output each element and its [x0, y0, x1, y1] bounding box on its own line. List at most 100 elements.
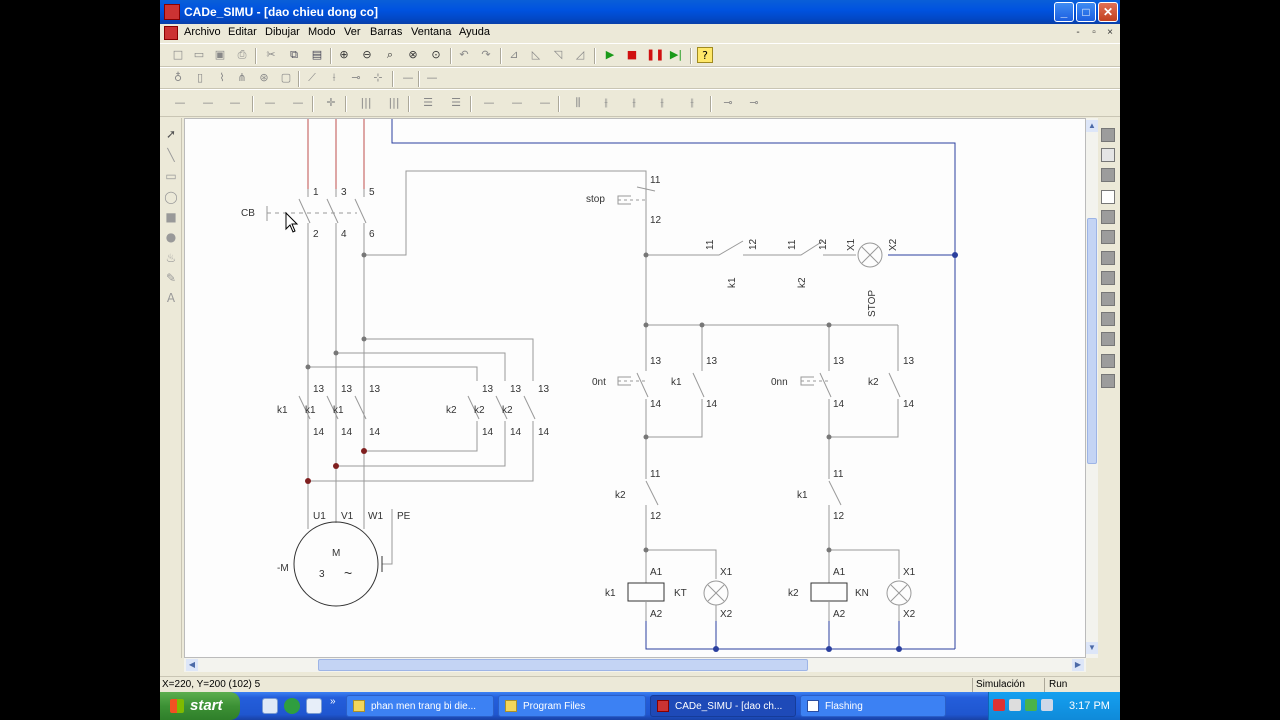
minimize-button[interactable]: _	[1054, 2, 1074, 22]
fuse-tool-icon[interactable]: ▯	[192, 70, 208, 86]
wire-triple-icon[interactable]: —	[290, 95, 306, 111]
wire-h2-icon[interactable]: —	[200, 95, 216, 111]
copy-icon[interactable]: ⧉	[286, 47, 302, 63]
zoom-all-icon[interactable]: ⊗	[405, 47, 421, 63]
zoom-out-icon[interactable]: ⊖	[359, 47, 375, 63]
open-folder-icon[interactable]: ▭	[191, 47, 207, 63]
vertical-scrollbar[interactable]: ▲ ▼	[1086, 118, 1098, 658]
contact-no-tool-icon[interactable]: ⟋	[304, 70, 320, 86]
play-icon[interactable]: ▶	[602, 47, 618, 63]
ellipse-icon[interactable]: ◯	[163, 189, 179, 205]
menu-ver[interactable]: Ver	[344, 26, 361, 38]
palette-icon[interactable]	[1101, 190, 1115, 204]
mdi-restore-button[interactable]: ▫	[1088, 27, 1100, 39]
maximize-button[interactable]: □	[1076, 2, 1096, 22]
quicklaunch-desktop-icon[interactable]	[262, 698, 278, 714]
task-button[interactable]: Flashing	[800, 695, 946, 717]
switch-tool-icon[interactable]: ⌇	[214, 70, 230, 86]
pushbutton-tool-icon[interactable]: ⊸	[348, 70, 364, 86]
quicklaunch-browser-icon[interactable]	[284, 698, 300, 714]
title-bar[interactable]: CADe_SIMU - [dao chieu dong co] _ □ ✕	[160, 0, 1120, 24]
contact-nc-tool-icon[interactable]: ⟊	[326, 70, 342, 86]
terminal2-icon[interactable]: —	[509, 95, 525, 111]
start-button[interactable]: start	[160, 692, 240, 720]
bus-v-icon[interactable]: |||	[358, 95, 374, 111]
tray-icon[interactable]	[993, 699, 1005, 711]
menu-ventana[interactable]: Ventana	[411, 26, 451, 38]
horizontal-scrollbar[interactable]: ◀ ▶	[184, 658, 1086, 672]
menu-editar[interactable]: Editar	[228, 26, 257, 38]
plug2-icon[interactable]: ⊸	[746, 95, 762, 111]
rotate-right-icon[interactable]: ◹	[550, 47, 566, 63]
vertical-scroll-thumb[interactable]	[1087, 218, 1097, 464]
wire-h3-icon[interactable]: —	[227, 95, 243, 111]
palette-icon[interactable]	[1101, 148, 1115, 162]
cut-icon[interactable]: ✂	[263, 47, 279, 63]
menu-modo[interactable]: Modo	[308, 26, 336, 38]
filled-ellipse-icon[interactable]: ●	[163, 229, 179, 245]
lamp-tool-icon[interactable]: ♁	[170, 70, 186, 86]
tray-icon[interactable]	[1041, 699, 1053, 711]
breaker-tool-icon[interactable]: ⋔	[234, 70, 250, 86]
text-icon[interactable]: A	[163, 290, 179, 306]
save-icon[interactable]: ▣	[212, 47, 228, 63]
palette-icon[interactable]	[1101, 292, 1115, 306]
palette-icon[interactable]	[1101, 168, 1115, 182]
scroll-up-icon[interactable]: ▲	[1086, 120, 1098, 132]
task-button[interactable]: Program Files	[498, 695, 646, 717]
bus-h-icon[interactable]: ☰	[420, 95, 436, 111]
pointer-icon[interactable]: ➚	[163, 126, 179, 142]
plug-icon[interactable]: ⊸	[720, 95, 736, 111]
task-button[interactable]: phan men trang bi die...	[346, 695, 494, 717]
transformer-tool-icon[interactable]: ▢	[278, 70, 294, 86]
palette-icon[interactable]	[1101, 271, 1115, 285]
menu-ayuda[interactable]: Ayuda	[459, 26, 490, 38]
quicklaunch-more-icon[interactable]: »	[330, 696, 336, 707]
connector4-icon[interactable]: ⫲	[654, 95, 670, 111]
junction-icon[interactable]: ✛	[323, 95, 339, 111]
palette-icon[interactable]	[1101, 210, 1115, 224]
tray-icon[interactable]	[1009, 699, 1021, 711]
pause-icon[interactable]: ❚❚	[646, 47, 664, 63]
flip-icon[interactable]: ◿	[572, 47, 588, 63]
task-button-active[interactable]: CADe_SIMU - [dao ch...	[650, 695, 796, 717]
scroll-left-icon[interactable]: ◀	[186, 659, 198, 671]
menu-barras[interactable]: Barras	[370, 26, 402, 38]
terminal-icon[interactable]: —	[481, 95, 497, 111]
filled-rectangle-icon[interactable]: ■	[163, 209, 179, 225]
close-button[interactable]: ✕	[1098, 2, 1118, 22]
help-icon[interactable]: ?	[697, 47, 713, 63]
connector2-icon[interactable]: ⫲	[598, 95, 614, 111]
rotate-left-icon[interactable]: ◺	[528, 47, 544, 63]
relay-tool-icon[interactable]: ⊹	[370, 70, 386, 86]
connector5-icon[interactable]: ⫲	[684, 95, 700, 111]
redo-icon[interactable]: ↷	[478, 47, 494, 63]
rectangle-icon[interactable]: ▭	[163, 168, 179, 184]
line-tool-icon[interactable]: —	[424, 70, 440, 86]
wire-h-icon[interactable]: —	[172, 95, 188, 111]
fill-bucket-icon[interactable]: ♨	[163, 250, 179, 266]
mirror-icon[interactable]: ⊿	[506, 47, 522, 63]
step-icon[interactable]: ▶|	[668, 47, 684, 63]
connector-icon[interactable]: ⫼	[570, 95, 586, 111]
scroll-down-icon[interactable]: ▼	[1086, 642, 1098, 654]
palette-icon[interactable]	[1101, 251, 1115, 265]
print-icon[interactable]: ⎙	[234, 47, 250, 63]
palette-icon[interactable]	[1101, 332, 1115, 346]
motor-tool-icon[interactable]: ⊛	[256, 70, 272, 86]
zoom-window-icon[interactable]: ⌕	[382, 47, 398, 63]
menu-archivo[interactable]: Archivo	[184, 26, 221, 38]
mdi-close-button[interactable]: ×	[1104, 27, 1116, 39]
drawing-canvas[interactable]: CB 1 3 5 2 4 6 k1 k1 k1 13 13 13 14 14 1…	[184, 118, 1086, 658]
line-icon[interactable]: ╲	[163, 147, 179, 163]
undo-icon[interactable]: ↶	[456, 47, 472, 63]
scroll-right-icon[interactable]: ▶	[1072, 659, 1084, 671]
bus-v2-icon[interactable]: |||	[386, 95, 402, 111]
palette-icon[interactable]	[1101, 312, 1115, 326]
terminal3-icon[interactable]: —	[537, 95, 553, 111]
zoom-previous-icon[interactable]: ⊙	[428, 47, 444, 63]
palette-icon[interactable]	[1101, 230, 1115, 244]
quicklaunch-show-desktop-icon[interactable]	[306, 698, 322, 714]
palette-icon[interactable]	[1101, 354, 1115, 368]
brush-icon[interactable]: ✎	[163, 270, 179, 286]
